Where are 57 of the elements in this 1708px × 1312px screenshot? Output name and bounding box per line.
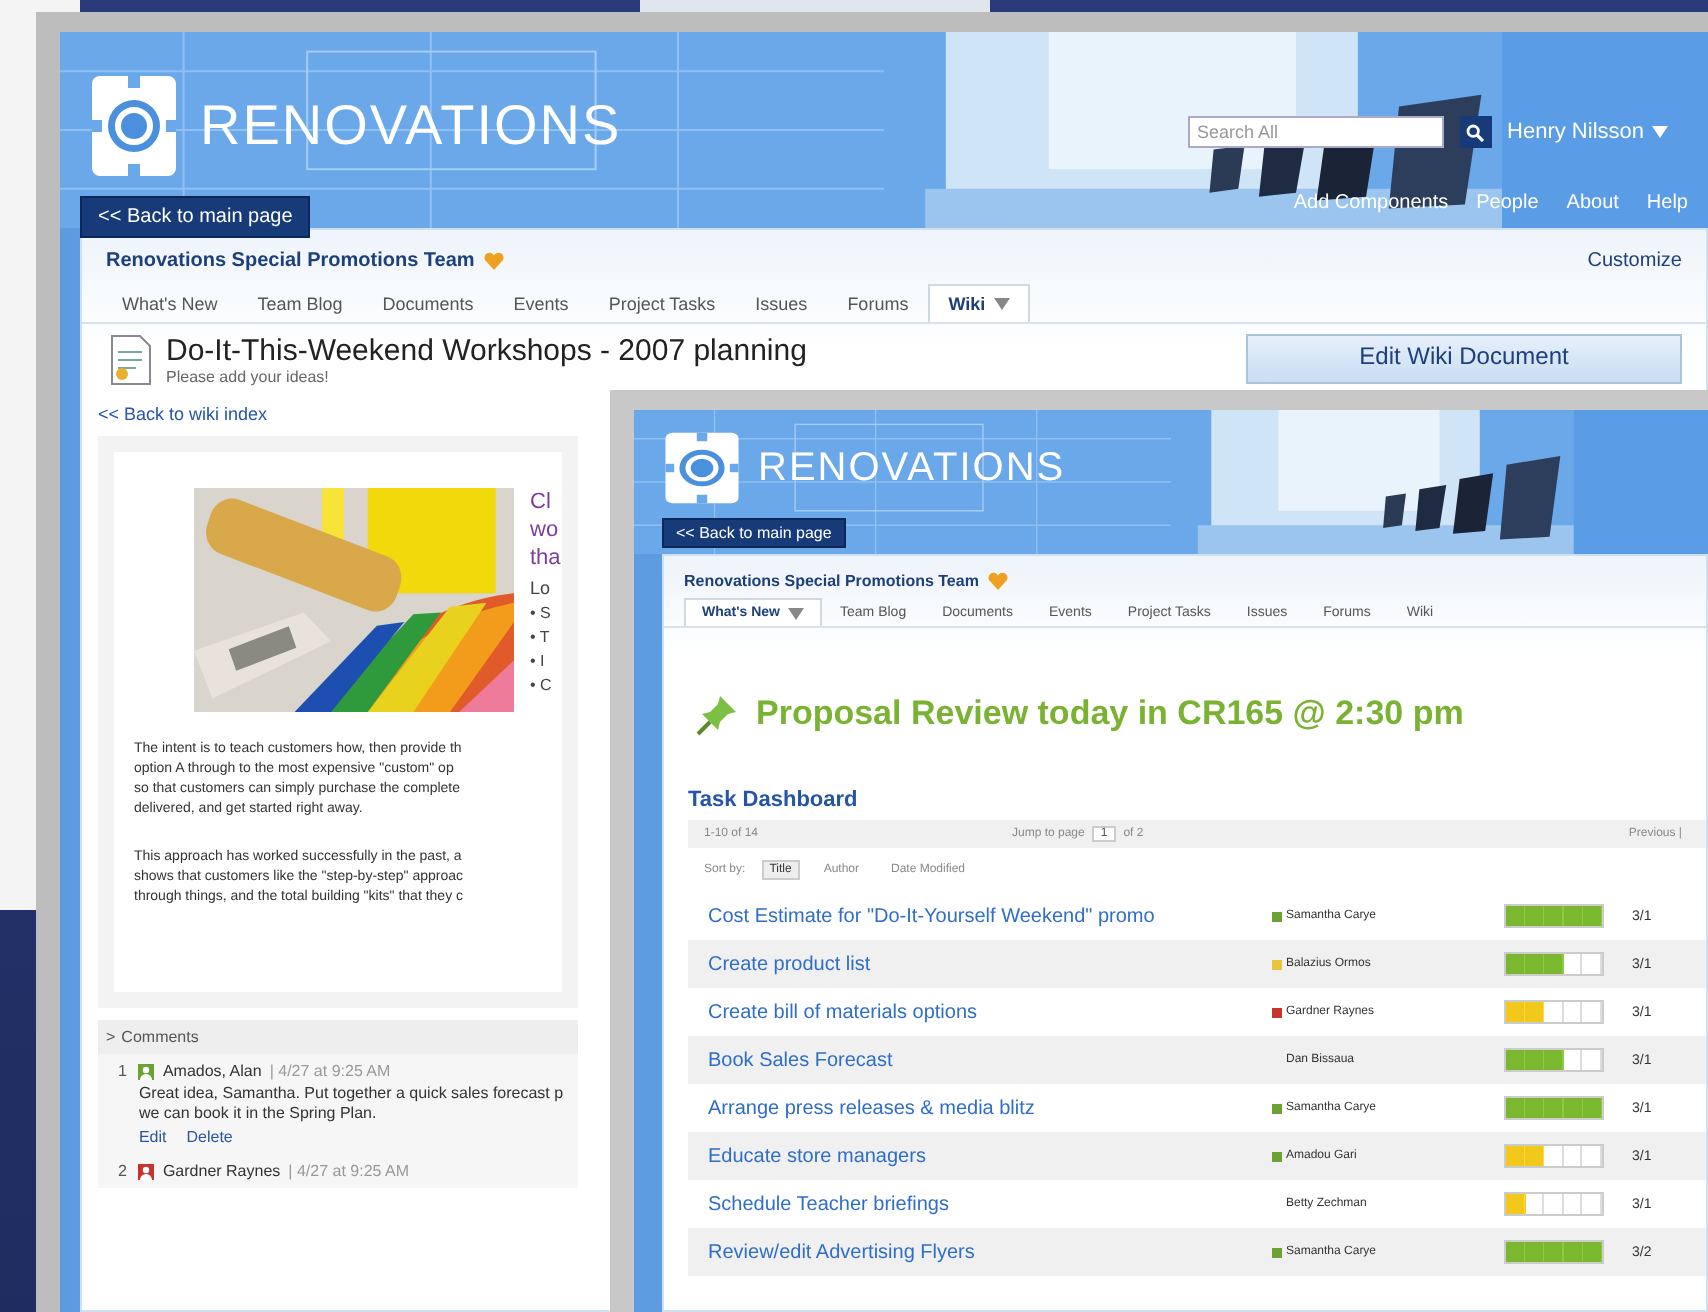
comments-title: Comments: [121, 1028, 199, 1046]
tab[interactable]: Issues: [735, 284, 828, 322]
tab[interactable]: Forums: [827, 284, 929, 322]
comment-link[interactable]: Delete: [186, 1128, 233, 1146]
section-title: Task Dashboard: [686, 788, 860, 816]
edit-wiki-button[interactable]: Edit Wiki Document: [1246, 334, 1682, 384]
logo-icon: [662, 430, 742, 506]
tab[interactable]: Team Blog: [237, 284, 363, 322]
comment-author: Gardner Raynes: [162, 1162, 281, 1180]
tab[interactable]: Project Tasks: [588, 284, 736, 322]
task-link[interactable]: Arrange press releases & media blitz: [708, 1097, 1272, 1119]
task-link[interactable]: Book Sales Forecast: [708, 1049, 1272, 1071]
customize-link[interactable]: Customize: [1587, 250, 1682, 272]
task-link[interactable]: Schedule Teacher briefings: [708, 1193, 1272, 1215]
caret-icon: [993, 298, 1010, 310]
document-icon: [106, 334, 154, 386]
task-link[interactable]: Educate store managers: [708, 1145, 1272, 1167]
team-title: Renovations Special Promotions Team: [106, 250, 475, 272]
tab[interactable]: Wiki: [928, 284, 1030, 322]
tab[interactable]: Documents: [362, 284, 494, 322]
caret-icon: [788, 607, 805, 619]
caret-icon: [1652, 126, 1668, 138]
back-button[interactable]: << Back to main page: [80, 196, 311, 238]
back-link[interactable]: << Back to wiki index: [98, 396, 268, 432]
pushpin-icon: [696, 692, 740, 736]
list-item: • T: [530, 628, 552, 646]
task-link[interactable]: Create product list: [708, 953, 1272, 975]
expand-toggle[interactable]: >: [106, 1028, 116, 1046]
comment-time: | 4/27 at 9:25 AM: [288, 1162, 409, 1180]
back-button[interactable]: << Back to main page: [662, 518, 846, 548]
list-item: • I: [530, 652, 547, 670]
task-link[interactable]: Review/edit Advertising Flyers: [708, 1241, 1272, 1263]
page-title: Do-It-This-Weekend Workshops - 2007 planning: [166, 334, 807, 368]
comment-time: | 4/27 at 9:25 AM: [269, 1062, 391, 1080]
tab[interactable]: Events: [493, 284, 589, 322]
list-item: • S: [530, 604, 553, 622]
page-subtitle: Please add your ideas!: [166, 368, 331, 386]
comment-link[interactable]: Edit: [138, 1128, 167, 1146]
search-icon[interactable]: [1459, 116, 1492, 148]
search-field[interactable]: Search All: [1187, 116, 1444, 148]
list-item: • C: [530, 676, 554, 694]
tab[interactable]: What's New: [102, 284, 238, 322]
team-title: Renovations Special Promotions Team: [684, 572, 979, 590]
article-heading: Cl wo tha: [530, 488, 561, 572]
comment-number: 2: [118, 1162, 127, 1180]
logo-text: RENOVATIONS: [200, 94, 622, 158]
list-title: Lo: [530, 578, 553, 598]
comment-text: Great idea, Samantha. Put together a quick sales forecast p we can book it in the Spring Plan.: [138, 1084, 564, 1124]
logo-text: RENOVATIONS: [758, 445, 1066, 491]
comment-author: Amados, Alan: [162, 1062, 262, 1080]
task-link[interactable]: Create bill of materials options: [708, 1001, 1272, 1023]
heart-icon: [484, 252, 505, 270]
task-link[interactable]: Cost Estimate for "Do-It-Yourself Weekend" promo: [708, 905, 1272, 927]
announcement: Proposal Review today in CR165 @ 2:30 pm: [756, 694, 1464, 734]
heart-icon: [988, 572, 1009, 590]
comment-number: 1: [118, 1062, 127, 1084]
logo-icon: [88, 72, 180, 180]
